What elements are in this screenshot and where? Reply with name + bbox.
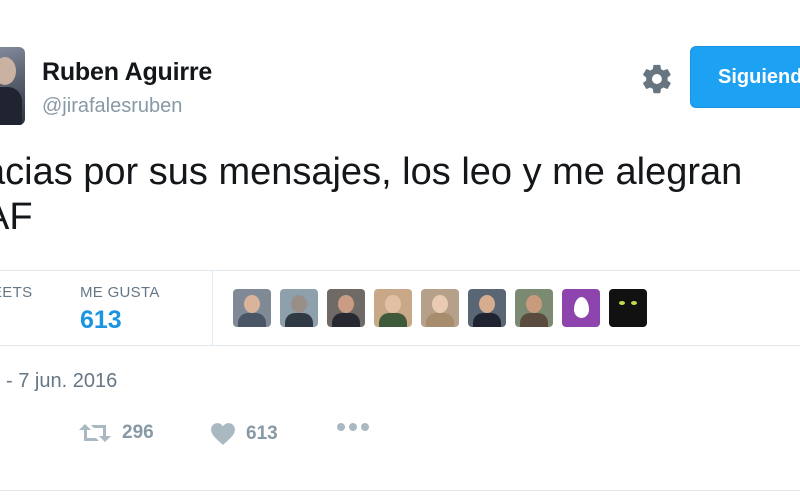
heart-icon[interactable] bbox=[210, 422, 236, 446]
liker-body bbox=[285, 313, 313, 327]
liker-avatar[interactable] bbox=[515, 289, 553, 327]
liker-body bbox=[473, 313, 501, 327]
retweets-stat-label[interactable]: EETS bbox=[0, 284, 32, 301]
divider bbox=[0, 270, 800, 271]
avatar-face bbox=[0, 57, 16, 85]
tweet-date[interactable]: - 7 jun. 2016 bbox=[6, 370, 117, 393]
liker-body bbox=[238, 313, 266, 327]
liker-avatar[interactable] bbox=[327, 289, 365, 327]
profile-avatar[interactable] bbox=[0, 47, 25, 125]
profile-handle[interactable]: @jirafalesruben bbox=[42, 95, 182, 118]
retweet-action[interactable]: 296 bbox=[78, 422, 154, 444]
liker-body bbox=[520, 313, 548, 327]
tweet-text-line: acias por sus mensajes, los leo y me ale… bbox=[0, 151, 743, 193]
liker-avatar[interactable] bbox=[233, 289, 271, 327]
likers-avatars bbox=[233, 289, 656, 327]
tweet-text-line: AF bbox=[0, 196, 33, 238]
likes-stat-label[interactable]: ME GUSTA bbox=[80, 284, 160, 301]
liker-body bbox=[332, 313, 360, 327]
like-count: 613 bbox=[246, 423, 278, 444]
tweet-text: acias por sus mensajes, los leo y me ale… bbox=[0, 150, 800, 240]
cat-eye bbox=[619, 301, 625, 305]
divider bbox=[0, 490, 800, 491]
liker-avatar[interactable] bbox=[421, 289, 459, 327]
retweet-count: 296 bbox=[122, 422, 154, 443]
liker-body bbox=[426, 313, 454, 327]
liker-body bbox=[379, 313, 407, 327]
avatar-suit bbox=[0, 87, 22, 125]
more-action[interactable] bbox=[336, 422, 370, 432]
liker-avatar[interactable] bbox=[609, 289, 647, 327]
like-action[interactable]: 613 bbox=[210, 422, 278, 446]
liker-avatar[interactable] bbox=[374, 289, 412, 327]
liker-avatar[interactable] bbox=[562, 289, 600, 327]
stats-separator bbox=[212, 271, 213, 345]
likes-stat-value[interactable]: 613 bbox=[80, 306, 122, 335]
retweet-icon[interactable] bbox=[78, 422, 112, 444]
liker-avatar[interactable] bbox=[280, 289, 318, 327]
liker-head bbox=[291, 295, 307, 313]
liker-head bbox=[338, 295, 354, 313]
divider bbox=[0, 345, 800, 346]
cat-eye bbox=[631, 301, 637, 305]
profile-name[interactable]: Ruben Aguirre bbox=[42, 58, 212, 87]
gear-icon[interactable] bbox=[640, 62, 674, 96]
more-icon[interactable] bbox=[336, 422, 370, 432]
liker-head bbox=[526, 295, 542, 313]
egg-icon bbox=[574, 297, 589, 318]
liker-avatar[interactable] bbox=[468, 289, 506, 327]
liker-head bbox=[479, 295, 495, 313]
liker-head bbox=[432, 295, 448, 313]
liker-head bbox=[385, 295, 401, 313]
following-button[interactable]: Siguiendo bbox=[690, 46, 800, 108]
liker-head bbox=[244, 295, 260, 313]
